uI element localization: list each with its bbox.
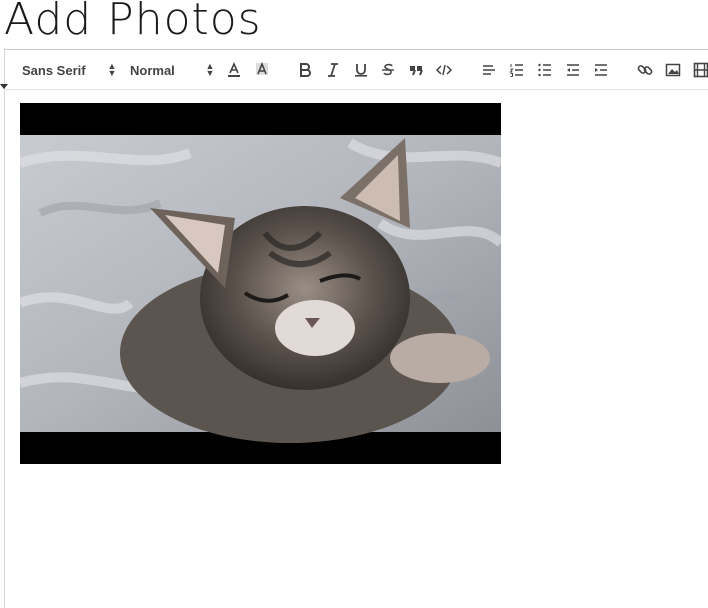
- size-picker-label: Normal: [130, 62, 175, 78]
- font-color-icon: [228, 62, 240, 77]
- video-icon: [693, 62, 708, 78]
- indent-icon: [595, 64, 607, 76]
- kitten-photo: [20, 103, 501, 464]
- video-button[interactable]: [692, 50, 708, 90]
- strikethrough-button[interactable]: [379, 50, 397, 90]
- bold-button[interactable]: [296, 50, 314, 90]
- underline-button[interactable]: [352, 50, 370, 90]
- updown-arrows-icon: ▲ ▼: [205, 61, 215, 78]
- font-picker-label: Sans Serif: [22, 62, 86, 78]
- background-color-button[interactable]: [253, 50, 271, 90]
- link-icon: [637, 65, 653, 75]
- link-button[interactable]: [636, 50, 654, 90]
- align-button[interactable]: [480, 50, 498, 90]
- bullet-list-button[interactable]: [536, 50, 554, 90]
- image-icon: [665, 63, 681, 77]
- ordered-list-icon: [509, 64, 523, 77]
- strikethrough-icon: [382, 63, 394, 76]
- italic-button[interactable]: [324, 50, 342, 90]
- italic-icon: [328, 63, 338, 77]
- font-color-button[interactable]: [225, 50, 243, 90]
- background-color-icon: [256, 61, 268, 75]
- image-button[interactable]: [664, 50, 682, 90]
- quote-icon: [410, 66, 423, 76]
- indent-button[interactable]: [592, 50, 610, 90]
- font-picker[interactable]: Sans Serif ▲ ▼: [22, 50, 122, 90]
- align-left-icon: [483, 65, 495, 75]
- blockquote-button[interactable]: [407, 50, 425, 90]
- outdent-button[interactable]: [564, 50, 582, 90]
- outdent-icon: [567, 64, 579, 76]
- underline-icon: [355, 64, 367, 77]
- bold-icon: [300, 63, 311, 77]
- editor-toolbar: Sans Serif ▲ ▼ Normal ▲ ▼: [5, 49, 708, 90]
- updown-arrows-icon: ▲ ▼: [107, 61, 117, 78]
- embedded-image[interactable]: [20, 103, 501, 464]
- page-title: Add Photos: [4, 0, 262, 45]
- code-icon: [435, 64, 453, 76]
- bullet-list-icon: [538, 63, 551, 77]
- size-picker[interactable]: Normal ▲ ▼: [130, 50, 222, 90]
- cursor-caret-icon: [0, 84, 8, 89]
- ordered-list-button[interactable]: [508, 50, 526, 90]
- code-block-button[interactable]: [435, 50, 453, 90]
